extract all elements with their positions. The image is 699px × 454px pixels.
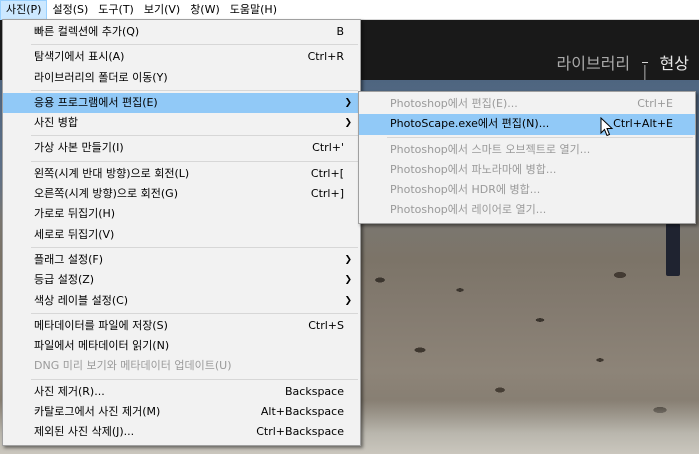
module-separator: | (642, 61, 648, 81)
chevron-right-icon: ❯ (344, 254, 352, 265)
menu-item-label: 탐색기에서 표시(A) (34, 50, 125, 64)
chevron-right-icon: ❯ (344, 97, 352, 108)
menu-separator (31, 135, 358, 137)
menu-item-label: 플래그 설정(F) (34, 252, 104, 266)
submenu-item-label: PhotoScape.exe에서 편집(N)... (390, 117, 550, 131)
menu-photo[interactable]: 사진(P) (0, 0, 48, 20)
menu-separator (31, 312, 358, 314)
chevron-right-icon: ❯ (344, 118, 352, 129)
menu-separator (31, 44, 358, 46)
submenu-item-shortcut: Ctrl+E (637, 97, 673, 110)
menu-item-label: 왼쪽(시계 반대 방향)으로 회전(L) (34, 166, 190, 180)
menu-separator (31, 89, 358, 91)
submenu-item-label: Photoshop에서 레이어로 열기... (390, 203, 547, 217)
menu-item-shortcut: Ctrl+Backspace (256, 425, 344, 439)
photo-menu-dropdown: 빠른 컬렉션에 추가(Q) B 탐색기에서 표시(A) Ctrl+R 라이브러리… (2, 19, 361, 446)
menu-item-label: 카탈로그에서 사진 제거(M) (34, 405, 161, 419)
menu-item-label: 오른쪽(시계 방향)으로 회전(G) (34, 187, 179, 201)
menu-item-label: 파일에서 메타데이터 읽기(N) (34, 339, 170, 353)
submenu-item-layers: Photoshop에서 레이어로 열기... (359, 200, 695, 220)
menu-help[interactable]: 도움말(H) (225, 0, 282, 20)
menu-tools[interactable]: 도구(T) (93, 0, 139, 20)
menu-item-label: 색상 레이블 설정(C) (34, 293, 129, 307)
menu-item-label: 빠른 컬렉션에 추가(Q) (34, 25, 140, 38)
menu-item-go-to-folder[interactable]: 라이브러리의 폴더로 이동(Y) (3, 68, 360, 88)
menu-item-label: DNG 미리 보기와 메타데이터 업데이트(U) (34, 359, 232, 373)
menu-item-shortcut: B (336, 25, 344, 38)
submenu-item-label: Photoshop에서 스마트 오브젝트로 열기... (390, 142, 591, 156)
menu-item-flip-vertical[interactable]: 세로로 뒤집기(V) (3, 225, 360, 245)
submenu-item-hdr: Photoshop에서 HDR에 병합... (359, 180, 695, 200)
menu-item-flip-horizontal[interactable]: 가로로 뒤집기(H) (3, 204, 360, 224)
menu-bar: 사진(P) 설정(S) 도구(T) 보기(V) 창(W) 도움말(H) (0, 0, 699, 20)
menu-separator (31, 246, 358, 248)
submenu-item-panorama: Photoshop에서 파노라마에 병합... (359, 160, 695, 180)
photo-person (666, 220, 680, 276)
submenu-item-label: Photoshop에서 HDR에 병합... (390, 183, 541, 197)
menu-item-label: 제외된 사진 삭제(J)... (34, 425, 135, 439)
submenu-item-label: Photoshop에서 파노라마에 병합... (390, 162, 557, 176)
menu-item-add-quick-collection[interactable]: 빠른 컬렉션에 추가(Q) B (3, 22, 360, 42)
menu-item-photo-merge[interactable]: 사진 병합 ❯ (3, 113, 360, 133)
menu-item-label: 등급 설정(Z) (34, 273, 95, 287)
menu-item-shortcut: Backspace (285, 384, 344, 398)
menu-item-update-dng: DNG 미리 보기와 메타데이터 업데이트(U) (3, 356, 360, 376)
menu-item-label: 라이브러리의 폴더로 이동(Y) (34, 70, 168, 84)
edit-in-submenu: Photoshop에서 편집(E)... Ctrl+E PhotoScape.e… (358, 91, 696, 224)
menu-item-save-metadata[interactable]: 메타데이터를 파일에 저장(S) Ctrl+S (3, 316, 360, 336)
menu-item-read-metadata[interactable]: 파일에서 메타데이터 읽기(N) (3, 336, 360, 356)
mouse-pointer-icon (600, 117, 614, 137)
menu-item-shortcut: Ctrl+] (310, 187, 344, 201)
submenu-item-edit-in-photoshop: Photoshop에서 편집(E)... Ctrl+E (359, 94, 695, 114)
menu-item-label: 응용 프로그램에서 편집(E) (34, 95, 158, 109)
menu-item-label: 사진 제거(R)... (34, 384, 105, 398)
menu-item-shortcut: Alt+Backspace (260, 405, 344, 419)
menu-item-label: 사진 병합 (34, 116, 78, 130)
menu-item-label: 세로로 뒤집기(V) (34, 227, 115, 241)
menu-item-virtual-copy[interactable]: 가상 사본 만들기(I) Ctrl+' (3, 138, 360, 158)
menu-settings[interactable]: 설정(S) (47, 0, 93, 20)
menu-item-shortcut: Ctrl+[ (310, 166, 344, 180)
module-develop[interactable]: 현상 (660, 50, 689, 74)
menu-item-set-flag[interactable]: 플래그 설정(F) ❯ (3, 250, 360, 270)
submenu-item-smart-object: Photoshop에서 스마트 오브젝트로 열기... (359, 140, 695, 160)
menu-view[interactable]: 보기(V) (139, 0, 185, 20)
menu-item-delete-rejected[interactable]: 제외된 사진 삭제(J)... Ctrl+Backspace (3, 422, 360, 442)
menu-item-rotate-left[interactable]: 왼쪽(시계 반대 방향)으로 회전(L) Ctrl+[ (3, 164, 360, 184)
module-picker: 라이브러리 | 현상 (557, 50, 689, 81)
menu-separator (31, 378, 358, 380)
submenu-item-shortcut: Ctrl+Alt+E (613, 117, 673, 131)
submenu-item-edit-in-photoscape[interactable]: PhotoScape.exe에서 편집(N)... Ctrl+Alt+E (359, 114, 695, 135)
module-library[interactable]: 라이브러리 (557, 50, 631, 74)
submenu-item-label: Photoshop에서 편집(E)... (390, 97, 518, 110)
menu-item-label: 가상 사본 만들기(I) (34, 141, 124, 155)
menu-item-label: 가로로 뒤집기(H) (34, 207, 116, 221)
menu-item-set-color-label[interactable]: 색상 레이블 설정(C) ❯ (3, 291, 360, 311)
menu-separator (31, 160, 358, 162)
menu-item-shortcut: Ctrl+S (308, 318, 344, 332)
menu-separator (387, 136, 693, 138)
menu-item-edit-in-app[interactable]: 응용 프로그램에서 편집(E) ❯ (3, 92, 360, 114)
menu-item-shortcut: Ctrl+' (312, 141, 344, 155)
chevron-right-icon: ❯ (344, 275, 352, 286)
menu-item-shortcut: Ctrl+R (307, 50, 344, 64)
menu-item-rotate-right[interactable]: 오른쪽(시계 방향)으로 회전(G) Ctrl+] (3, 184, 360, 204)
menu-item-set-rating[interactable]: 등급 설정(Z) ❯ (3, 270, 360, 290)
menu-window[interactable]: 창(W) (185, 0, 225, 20)
menu-item-remove-from-catalog[interactable]: 카탈로그에서 사진 제거(M) Alt+Backspace (3, 402, 360, 422)
menu-item-label: 메타데이터를 파일에 저장(S) (34, 318, 168, 332)
chevron-right-icon: ❯ (344, 295, 352, 306)
menu-item-remove-photo[interactable]: 사진 제거(R)... Backspace (3, 382, 360, 402)
menu-item-show-in-explorer[interactable]: 탐색기에서 표시(A) Ctrl+R (3, 47, 360, 67)
